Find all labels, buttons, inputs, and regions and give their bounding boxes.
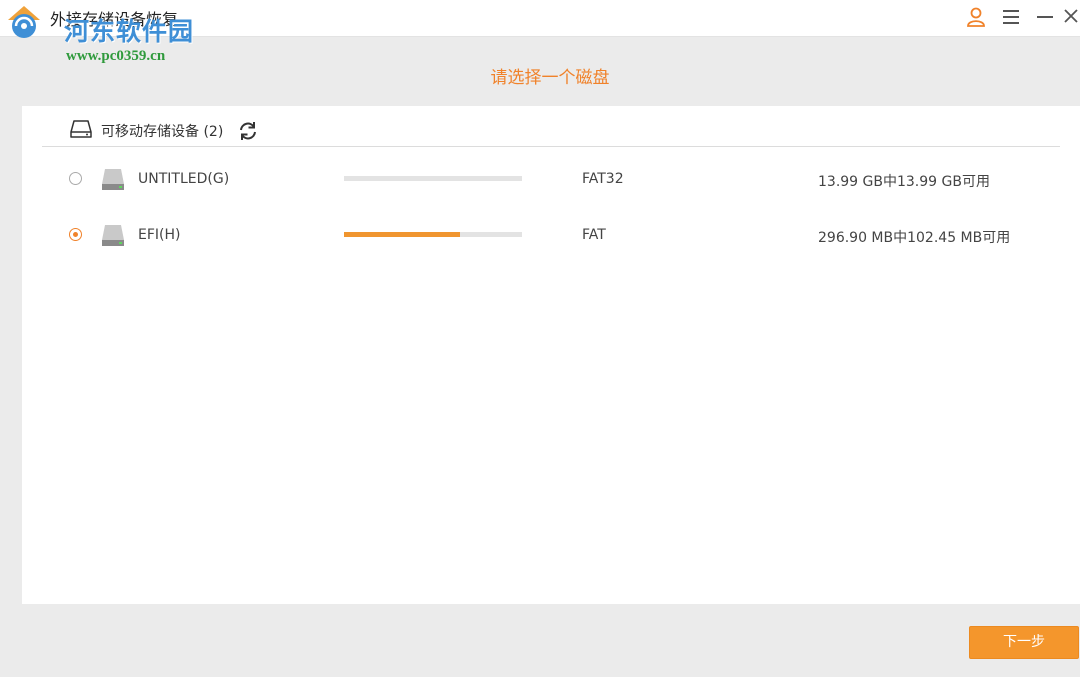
watermark-name: 河东软件园	[64, 17, 195, 46]
next-button[interactable]: 下一步	[969, 626, 1079, 659]
device-group-label: 可移动存储设备 (2)	[101, 124, 224, 140]
usage-bar-fill	[344, 232, 460, 237]
capacity-text: 296.90 MB中102.45 MB可用	[818, 230, 1011, 246]
drive-name: EFI(H)	[138, 227, 181, 243]
capacity-text: 13.99 GB中13.99 GB可用	[818, 174, 990, 190]
app-logo-icon	[6, 4, 42, 40]
drive-radio-untitled[interactable]	[69, 172, 82, 185]
usage-bar	[344, 176, 522, 181]
close-icon[interactable]	[1063, 6, 1079, 28]
drive-name: UNTITLED(G)	[138, 171, 230, 187]
refresh-icon[interactable]	[237, 120, 259, 142]
hard-drive-icon	[100, 166, 126, 192]
usage-bar	[344, 232, 522, 237]
drive-row-untitled[interactable]: UNTITLED(G) FAT32 13.99 GB中13.99 GB可用	[22, 160, 1080, 200]
disk-list-panel: 可移动存储设备 (2) UNTITLED(G) FAT32 13.99 GB中1…	[22, 106, 1080, 604]
hard-drive-icon	[100, 222, 126, 248]
drive-radio-efi[interactable]	[69, 228, 82, 241]
filesystem-type: FAT	[582, 227, 606, 243]
group-divider	[42, 146, 1060, 147]
device-group-header: 可移动存储设备 (2)	[69, 120, 259, 142]
removable-drive-icon	[69, 118, 93, 144]
user-icon[interactable]	[965, 6, 987, 28]
drive-row-efi[interactable]: EFI(H) FAT 296.90 MB中102.45 MB可用	[22, 216, 1080, 256]
menu-icon[interactable]	[1000, 6, 1022, 28]
page-prompt: 请选择一个磁盘	[490, 68, 610, 88]
minimize-icon[interactable]	[1034, 6, 1056, 28]
filesystem-type: FAT32	[582, 171, 624, 187]
